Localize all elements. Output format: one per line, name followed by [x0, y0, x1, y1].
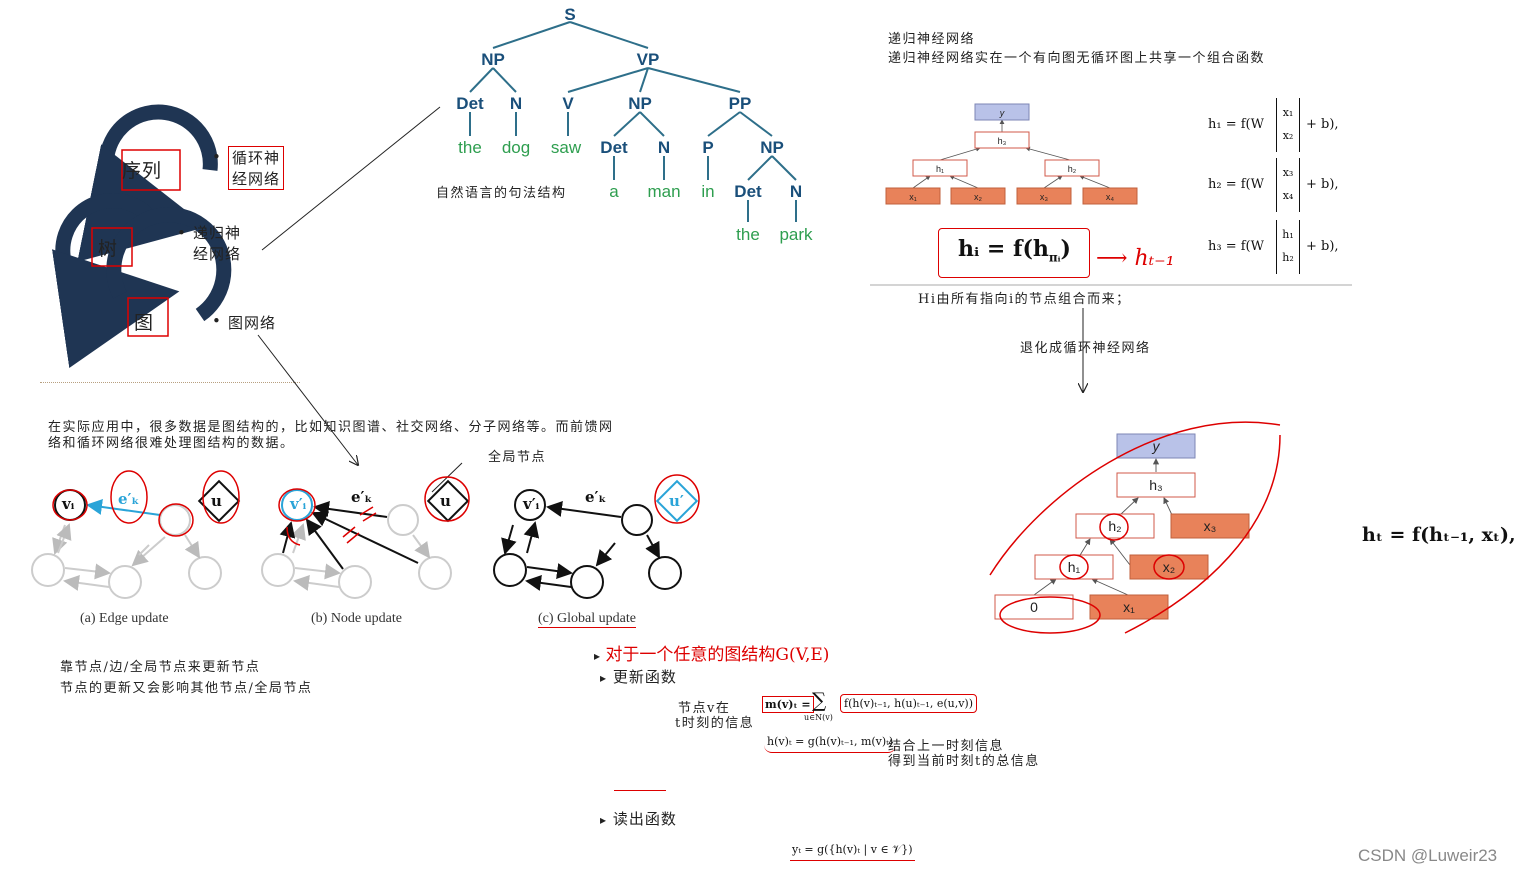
recnn-label: x₁: [909, 192, 917, 202]
tree-node: Det: [600, 138, 628, 157]
tree-nonterminals: S NP VP Det N V NP PP Det N P NP Det N: [456, 5, 802, 201]
caption-edge-update: (a) Edge update: [80, 611, 169, 626]
rnn-diagram: y h₃ h₂ x₃ h₁ x₂ 0 x₁: [989, 421, 1281, 634]
tree-node: Det: [734, 182, 762, 201]
red-underline: [614, 790, 666, 791]
readout-func-title: ▸ 读出函数: [600, 810, 677, 828]
tree-node: S: [564, 5, 575, 24]
tree-word: the: [458, 138, 482, 157]
recnn-desc: 递归神经网络实在一个有向图无循环图上共享一个组合函数: [888, 51, 1266, 66]
formula-heading: ▸ 对于一个任意的图结构G(V,E): [594, 645, 830, 665]
rnn-label: x₃: [1204, 518, 1217, 534]
tree-node: N: [510, 94, 522, 113]
h-eq: h(v)ₜ = g(h(v)ₜ₋₁, m(v)ₜ): [764, 735, 897, 753]
tree-node: P: [702, 138, 713, 157]
update-func-title: ▸ 更新函数: [600, 668, 677, 686]
label-vi-prime-c: v′ᵢ: [523, 495, 540, 513]
tree-node: Det: [456, 94, 484, 113]
rnn-equation: hₜ = f(hₜ₋₁, xₜ),: [1362, 524, 1516, 546]
tree-word: man: [647, 182, 680, 201]
line-to-parse-tree: [261, 106, 441, 251]
graph-note-l1: 靠节点/边/全局节点来更新节点: [60, 660, 261, 675]
rnn-label: x₁: [1123, 599, 1135, 615]
rnn-label: h₁: [1068, 559, 1081, 575]
rnn-label: h₂: [1108, 518, 1121, 534]
combine-l2: 得到当前时刻t的总信息: [888, 754, 1040, 769]
watermark: CSDN @Luweir23: [1358, 846, 1498, 865]
tree-node: PP: [729, 94, 752, 113]
recnn-label: h₃: [998, 136, 1007, 146]
label-ek-c: e′ₖ: [585, 488, 607, 506]
y-eq: yₜ = g({h(v)ₜ | v ∈ 𝒱}): [790, 843, 915, 861]
recnn-label: h₂: [1068, 164, 1077, 174]
tree-word: in: [701, 182, 714, 201]
tree-word: dog: [502, 138, 530, 157]
global-node-note: 全局节点: [488, 450, 547, 465]
graph-update-figures: [31, 470, 700, 599]
rnn-label: h₃: [1149, 477, 1163, 493]
recnn-diagram: y h₃ h₁ h₂ x₁ x₂ x₃ x₄: [885, 103, 1138, 205]
parse-tree-caption: 自然语言的句法结构: [436, 186, 567, 201]
recnn-arrow-note: 退化成循环神经网络: [1020, 341, 1151, 356]
label-ek-b: e′ₖ: [351, 488, 373, 506]
tree-node: VP: [637, 50, 660, 69]
recnn-label: y: [999, 108, 1005, 118]
sum-sign: ∑: [812, 688, 827, 712]
tree-node: N: [790, 182, 802, 201]
m-eq: m(v)ₜ =: [762, 696, 814, 713]
vector-bracket: h₁ h₂: [1276, 220, 1300, 274]
tree-node: NP: [481, 50, 505, 69]
recnn-label: x₃: [1040, 192, 1049, 202]
handwritten-ht-1: ⟶ hₜ₋₁: [1096, 246, 1175, 271]
rnn-label: x₂: [1163, 559, 1175, 575]
label-u-b: u: [440, 492, 451, 510]
tree-node: NP: [628, 94, 652, 113]
recnn-label: x₂: [974, 192, 983, 202]
label-vi: vᵢ: [62, 495, 75, 513]
recnn-main-eq: hᵢ = f(hπᵢ): [958, 236, 1071, 265]
tree-word: saw: [551, 138, 582, 157]
recnn-label: h₁: [936, 164, 944, 174]
graph-intro-l2: 络和循环网络很难处理图结构的数据。: [48, 436, 295, 451]
tree-word: park: [779, 225, 813, 244]
label-ek-a: e′ₖ: [118, 490, 140, 508]
label-vi-prime-b: v′ᵢ: [290, 495, 307, 513]
caption-global-update: (c) Global update: [538, 611, 636, 628]
vector-bracket: x₃ x₄: [1276, 158, 1300, 212]
label-u-a: u: [211, 492, 222, 510]
node-info-l2: t时刻的信息: [675, 716, 755, 731]
tree-node: V: [562, 94, 574, 113]
sum-subscript: u∈N(v): [804, 713, 833, 722]
recnn-label: x₄: [1106, 192, 1115, 202]
f-args: f(h(v)ₜ₋₁, h(u)ₜ₋₁, e(u,v)): [840, 694, 978, 713]
tree-node: N: [658, 138, 670, 157]
rnn-label: 0: [1030, 599, 1038, 615]
vector-bracket: x₁ x₂: [1276, 98, 1300, 152]
recnn-title: 递归神经网络: [888, 32, 976, 47]
tree-node: NP: [760, 138, 784, 157]
tree-word: a: [609, 182, 619, 201]
caption-node-update: (b) Node update: [311, 611, 402, 626]
label-u-prime-c: u′: [669, 492, 684, 510]
tree-word: the: [736, 225, 760, 244]
parse-tree: S NP VP Det N V NP PP Det N P NP Det N t…: [456, 5, 813, 244]
recnn-note: Hi由所有指向i的节点组合而来；: [918, 292, 1131, 307]
graph-note-l2: 节点的更新又会影响其他节点/全局节点: [60, 681, 313, 696]
